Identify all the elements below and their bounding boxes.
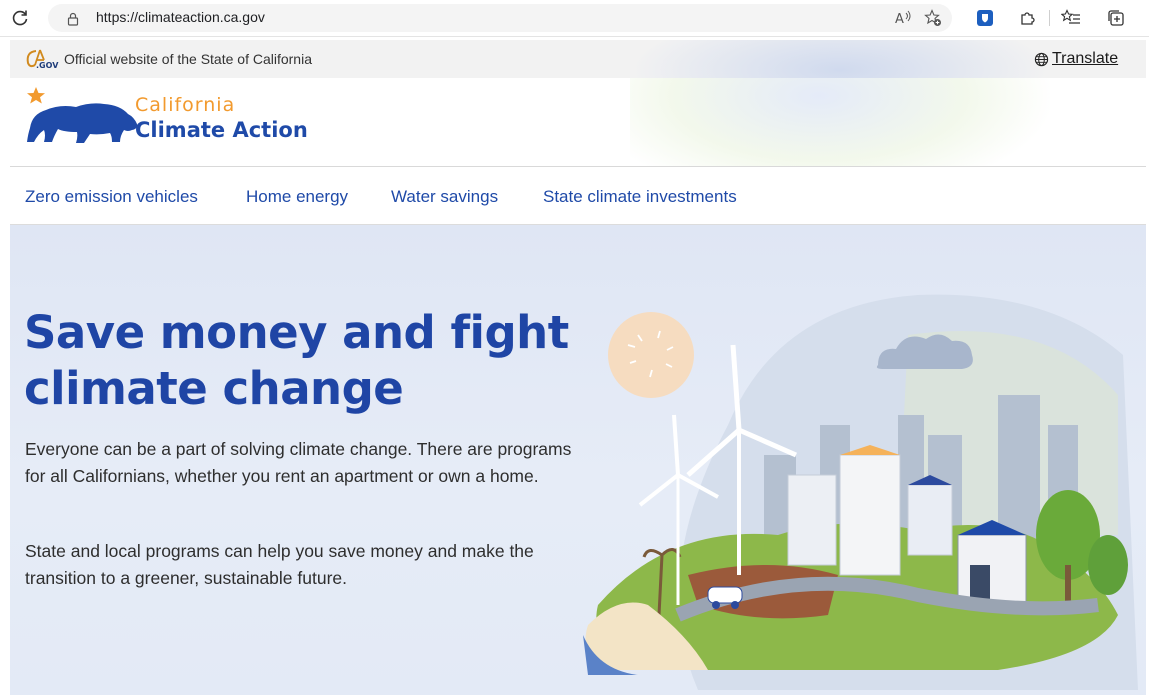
- url-text[interactable]: https://climateaction.ca.gov: [96, 9, 265, 25]
- official-banner: .GOV Official website of the State of Ca…: [10, 40, 1146, 78]
- add-favorite-icon[interactable]: [924, 9, 942, 27]
- collections-icon[interactable]: [1106, 8, 1126, 28]
- sun-icon: [608, 312, 694, 398]
- address-bar[interactable]: https://climateaction.ca.gov A: [48, 4, 952, 32]
- hero-paragraph-1: Everyone can be a part of solving climat…: [25, 439, 572, 486]
- read-aloud-icon[interactable]: A: [894, 9, 912, 27]
- main-navigation: Zero emission vehicles Home energy Water…: [10, 167, 1146, 225]
- translate-label[interactable]: Translate: [1052, 50, 1118, 68]
- banner-haze: [630, 40, 1050, 78]
- hero-section: Save money and fight climate change Ever…: [10, 225, 1146, 695]
- hero-title: Save money and fight climate change: [24, 306, 569, 415]
- browser-toolbar: https://climateaction.ca.gov A: [0, 0, 1149, 37]
- brand-california: California: [135, 94, 236, 116]
- brand-climate-action: Climate Action: [135, 118, 308, 142]
- puzzle-icon[interactable]: [1017, 8, 1037, 28]
- reload-icon[interactable]: [8, 6, 32, 30]
- nav-water-savings[interactable]: Water savings: [391, 187, 498, 207]
- nav-state-climate-investments[interactable]: State climate investments: [543, 187, 737, 207]
- header-haze: [630, 78, 1050, 166]
- favorites-list-icon[interactable]: [1061, 8, 1081, 28]
- official-website-text: Official website of the State of Califor…: [64, 51, 312, 67]
- svg-text:.GOV: .GOV: [36, 61, 59, 70]
- site-header: California Climate Action: [10, 78, 1146, 167]
- climate-city-illustration: [583, 294, 1138, 690]
- globe-icon: [1034, 52, 1049, 67]
- svg-text:A: A: [895, 12, 904, 27]
- hero-paragraph-2: State and local programs can help you sa…: [25, 541, 534, 588]
- shield-extension-icon[interactable]: [975, 8, 995, 28]
- nav-zero-emission-vehicles[interactable]: Zero emission vehicles: [25, 187, 198, 207]
- translate-link[interactable]: Translate: [1034, 50, 1118, 68]
- nav-home-energy[interactable]: Home energy: [246, 187, 348, 207]
- california-bear-logo[interactable]: [24, 84, 140, 148]
- ca-gov-logo[interactable]: .GOV: [24, 48, 60, 70]
- lock-icon[interactable]: [66, 11, 80, 26]
- toolbar-separator: [1049, 10, 1050, 26]
